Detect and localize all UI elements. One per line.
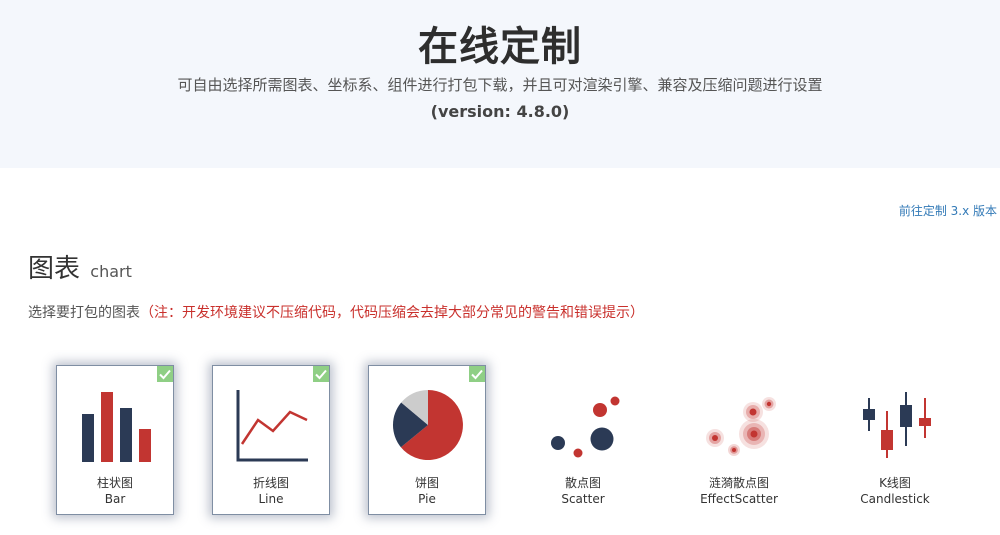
chart-card-label: 涟漪散点图 <box>708 476 769 490</box>
chart-card-scatter[interactable]: 散点图 Scatter <box>524 365 642 515</box>
section-hint: 选择要打包的图表（注：开发环境建议不压缩代码，代码压缩会去掉大部分常见的警告和错… <box>28 302 644 322</box>
chart-card-label: 折线图 <box>252 476 289 490</box>
chart-card-label-en: EffectScatter <box>700 492 778 506</box>
chart-card-label-en: Line <box>258 492 284 506</box>
chart-card-label-en: Pie <box>418 492 436 506</box>
chart-card-effect-scatter[interactable]: 涟漪散点图 EffectScatter <box>680 365 798 515</box>
hint-text: 选择要打包的图表 <box>28 305 140 321</box>
chart-card-label: 饼图 <box>414 476 439 490</box>
version-label: (version: 4.8.0) <box>430 102 570 121</box>
checkmark-icon <box>469 366 485 382</box>
chart-card-line[interactable]: 折线图 Line <box>212 365 330 515</box>
page-header: 在线定制 可自由选择所需图表、坐标系、组件进行打包下载，并且可对渲染引擎、兼容及… <box>0 0 1000 168</box>
line-chart-icon <box>236 390 308 462</box>
page-subtitle: 可自由选择所需图表、坐标系、组件进行打包下载，并且可对渲染引擎、兼容及压缩问题进… <box>177 76 823 94</box>
bar-chart-icon <box>82 392 151 462</box>
effect-scatter-chart-icon <box>706 397 776 456</box>
section-title-en: chart <box>90 262 132 281</box>
chart-card-candlestick[interactable]: K线图 Candlestick <box>836 365 954 515</box>
section-title: 图表 chart <box>28 248 132 285</box>
checkmark-icon <box>157 366 173 382</box>
chart-card-label: 柱状图 <box>96 476 133 490</box>
chart-card-label-en: Bar <box>104 492 126 506</box>
section-title-cn: 图表 <box>28 254 81 284</box>
candlestick-chart-icon <box>863 392 931 458</box>
hint-warning: （注：开发环境建议不压缩代码，代码压缩会去掉大部分常见的警告和错误提示） <box>140 305 644 321</box>
chart-card-label-en: Candlestick <box>860 492 930 506</box>
chart-card-label: K线图 <box>879 476 911 490</box>
legacy-version-link[interactable]: 前往定制 3.x 版本 <box>899 202 997 219</box>
checkmark-icon <box>313 366 329 382</box>
chart-card-label-en: Scatter <box>561 492 605 506</box>
chart-card-bar[interactable]: 柱状图 Bar <box>56 365 174 515</box>
chart-card-pie[interactable]: 饼图 Pie <box>368 365 486 515</box>
chart-card-label: 散点图 <box>564 476 601 490</box>
page-title: 在线定制 <box>418 24 582 70</box>
pie-chart-icon <box>392 390 463 460</box>
scatter-chart-icon <box>551 396 620 458</box>
